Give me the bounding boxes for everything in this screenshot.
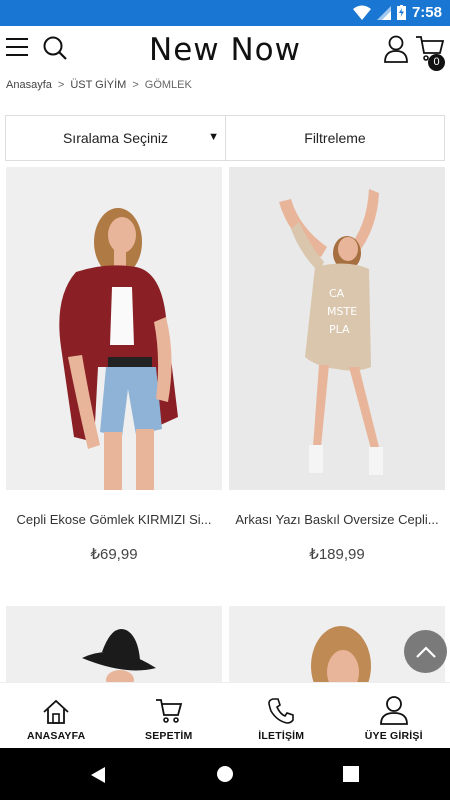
sort-filter-bar: Sıralama Seçiniz ▼ Filtreleme xyxy=(5,115,445,161)
breadcrumb-ust-giyim[interactable]: ÜST GİYİM xyxy=(70,79,126,91)
nav-item-cart[interactable]: SEPETİM xyxy=(113,683,226,748)
user-icon[interactable] xyxy=(383,35,409,63)
product-name[interactable]: Cepli Ekose Gömlek KIRMIZI Si... xyxy=(6,512,222,527)
back-icon[interactable] xyxy=(90,766,106,784)
svg-text:CA: CA xyxy=(329,287,345,300)
product-image[interactable]: CA MSTE PLA xyxy=(229,167,445,490)
breadcrumb-home[interactable]: Anasayfa xyxy=(6,79,52,91)
sort-select[interactable]: Sıralama Seçiniz ▼ xyxy=(6,116,226,160)
nav-item-home[interactable]: ANASAYFA xyxy=(0,683,113,748)
user-icon xyxy=(379,696,408,725)
sort-label: Sıralama Seçiniz xyxy=(62,130,169,146)
breadcrumb-separator: > xyxy=(132,79,139,91)
phone-icon xyxy=(268,698,295,724)
nav-label: ANASAYFA xyxy=(27,730,86,742)
wifi-icon xyxy=(352,5,371,20)
product-card[interactable]: CA MSTE PLA Arkası Yazı Baskıl Oversize … xyxy=(229,167,445,563)
product-price: ₺69,99 xyxy=(90,546,138,563)
product-image[interactable] xyxy=(6,606,222,686)
cart-icon xyxy=(155,699,182,723)
app-header: New Now 0 xyxy=(0,26,450,76)
battery-icon xyxy=(396,5,406,20)
caret-down-icon: ▼ xyxy=(208,131,219,143)
nav-label: İLETİŞİM xyxy=(258,730,305,742)
filter-button[interactable]: Filtreleme xyxy=(226,116,444,160)
product-image[interactable] xyxy=(6,167,222,490)
svg-text:MSTE: MSTE xyxy=(327,305,357,318)
product-price: ₺189,99 xyxy=(309,546,365,563)
home-circle-icon[interactable] xyxy=(216,765,234,783)
svg-text:PLA: PLA xyxy=(329,323,350,336)
nav-item-contact[interactable]: İLETİŞİM xyxy=(225,683,338,748)
nav-label: SEPETİM xyxy=(145,730,193,742)
product-name[interactable]: Arkası Yazı Baskıl Oversize Cepli... xyxy=(229,512,445,527)
scroll-to-top-button[interactable] xyxy=(404,630,447,673)
chevron-up-icon xyxy=(415,645,436,658)
breadcrumb-current: GÖMLEK xyxy=(144,79,192,91)
product-card[interactable]: Cepli Ekose Gömlek KIRMIZI Si... ₺69,99 xyxy=(6,167,222,563)
cart-count-badge: 0 xyxy=(428,54,445,71)
filter-label: Filtreleme xyxy=(304,130,366,146)
product-card[interactable] xyxy=(6,606,222,686)
breadcrumb: Anasayfa > ÜST GİYİM > GÖMLEK xyxy=(6,79,192,91)
signal-icon xyxy=(376,5,391,20)
status-bar: 7:58 xyxy=(0,0,450,26)
breadcrumb-separator: > xyxy=(57,79,65,91)
home-icon xyxy=(43,699,69,724)
nav-label: ÜYE GİRİŞİ xyxy=(364,730,423,742)
bottom-navigation: ANASAYFA SEPETİM İLETİŞİM ÜYE GİRİŞİ xyxy=(0,682,450,748)
status-time: 7:58 xyxy=(411,4,442,21)
recents-icon[interactable] xyxy=(343,766,359,782)
system-navigation-bar xyxy=(0,748,450,800)
nav-item-login[interactable]: ÜYE GİRİŞİ xyxy=(338,683,450,748)
